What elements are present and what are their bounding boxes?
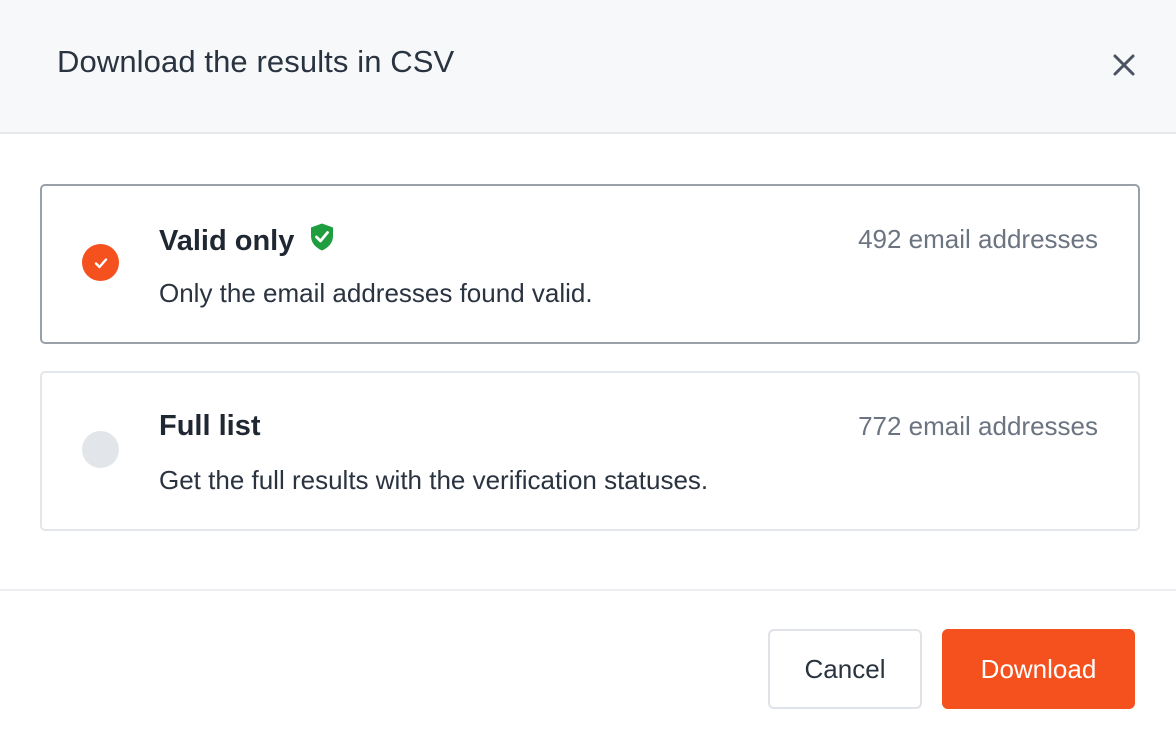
shield-check-icon <box>308 222 336 262</box>
option-description: Get the full results with the verificati… <box>159 465 709 495</box>
option-full-list[interactable]: Full list Get the full results with the … <box>40 371 1140 531</box>
option-count: 492 email addresses <box>858 224 1098 254</box>
radio-unselected[interactable] <box>82 431 119 468</box>
close-button[interactable] <box>1104 45 1144 85</box>
option-title: Full list <box>159 407 261 445</box>
cancel-button[interactable]: Cancel <box>768 629 922 709</box>
option-title-text: Valid only <box>159 225 295 257</box>
option-title-text: Full list <box>159 410 261 442</box>
dialog-header: Download the results in CSV <box>0 0 1176 134</box>
radio-selected[interactable] <box>82 244 119 281</box>
dialog-title: Download the results in CSV <box>57 44 455 79</box>
download-csv-dialog: Download the results in CSV Valid only O… <box>0 0 1176 736</box>
option-title: Valid only <box>159 220 336 262</box>
download-button[interactable]: Download <box>942 629 1135 709</box>
option-count: 772 email addresses <box>858 411 1098 441</box>
option-description: Only the email addresses found valid. <box>159 278 593 308</box>
footer-divider <box>0 589 1176 591</box>
check-icon <box>94 257 107 268</box>
close-icon <box>1113 54 1135 76</box>
option-valid-only[interactable]: Valid only Only the email addresses foun… <box>40 184 1140 344</box>
